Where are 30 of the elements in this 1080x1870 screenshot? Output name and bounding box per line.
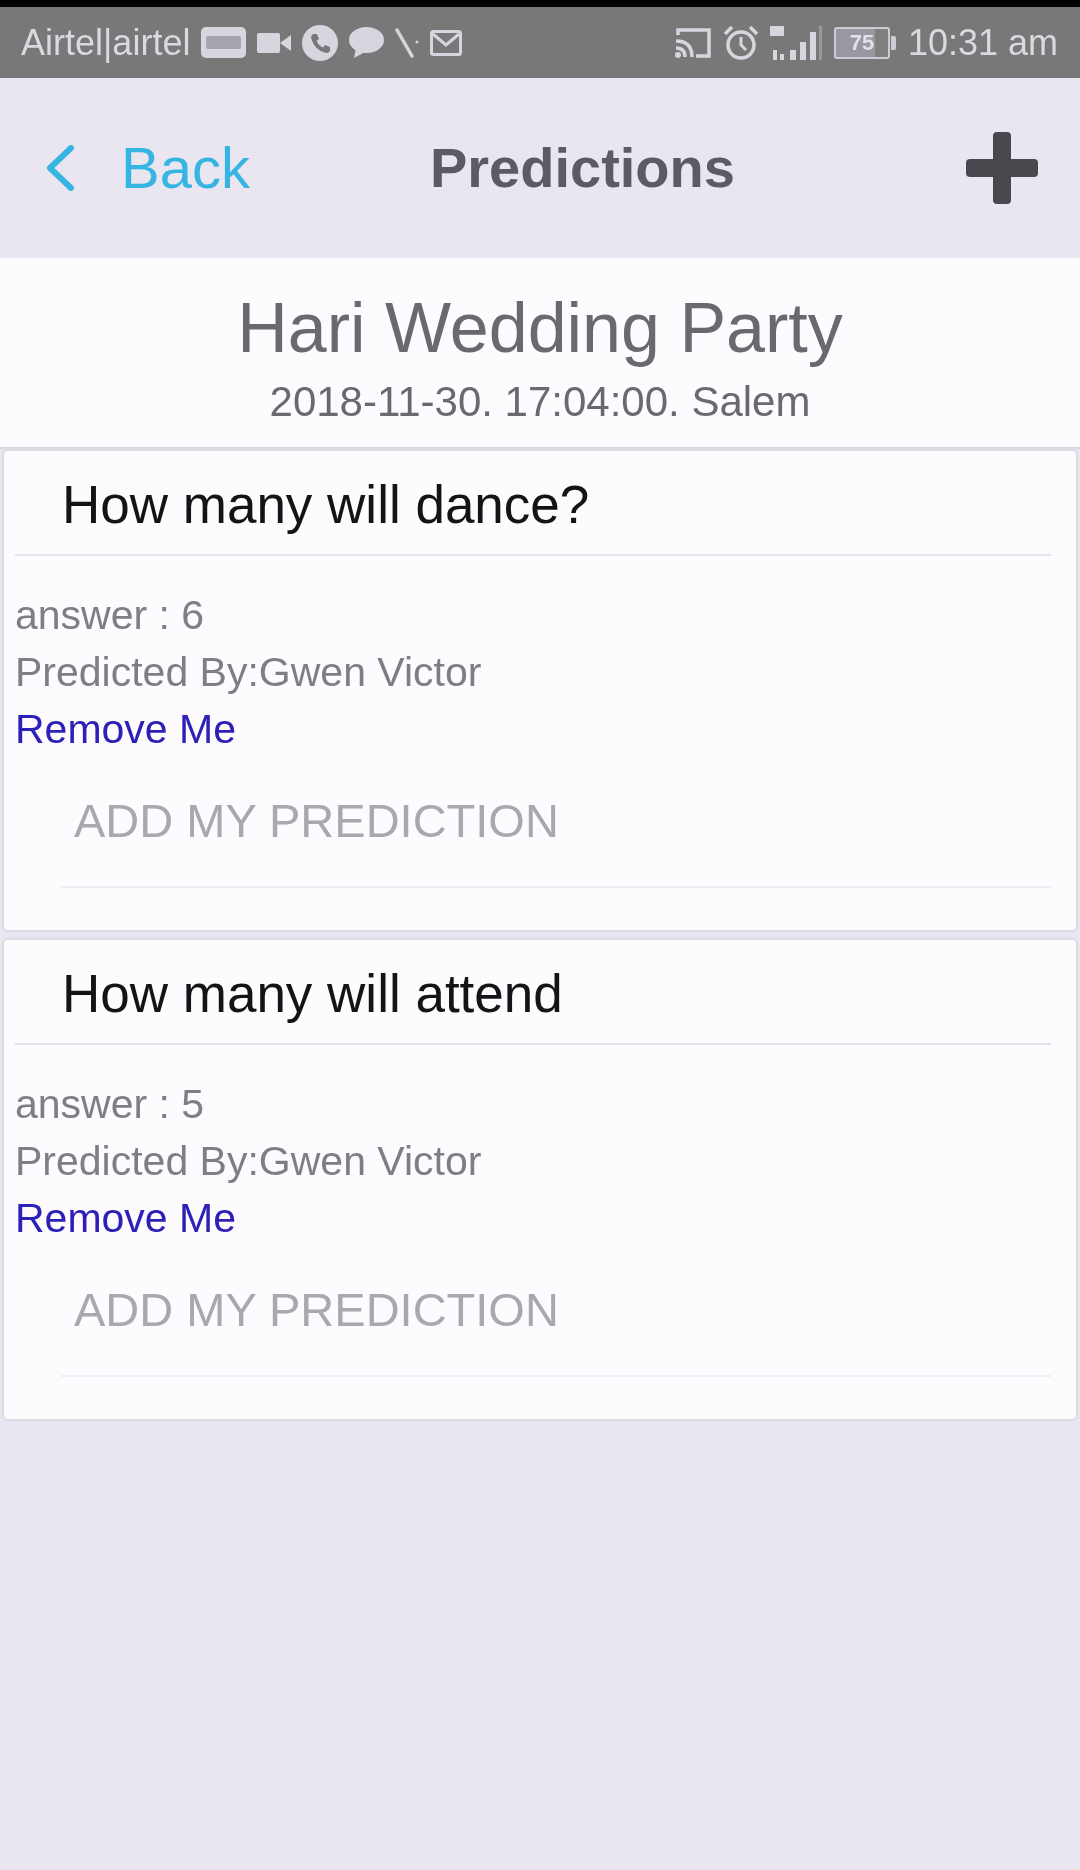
answer-text: answer : 6 — [15, 591, 205, 640]
remove-me-link[interactable]: Remove Me — [15, 701, 236, 758]
mail-icon — [430, 29, 463, 56]
add-prediction-button[interactable]: ADD MY PREDICTION — [61, 758, 1051, 888]
label-badge-icon — [201, 27, 247, 58]
video-camera-icon — [257, 32, 292, 53]
clock-time: 10:31 am — [907, 22, 1058, 63]
back-button[interactable]: Back — [45, 135, 250, 201]
question-title: How many will attend — [61, 963, 563, 1025]
battery-tip-icon — [890, 35, 896, 50]
add-prediction-button[interactable]: ADD MY PREDICTION — [61, 1247, 1051, 1377]
predicted-by-text: Predicted By:Gwen Victor — [15, 648, 482, 697]
plus-icon — [966, 132, 1038, 204]
answer-text: answer : 5 — [15, 1080, 205, 1129]
slash-icon — [395, 27, 420, 58]
remove-me-link[interactable]: Remove Me — [15, 1190, 236, 1247]
add-button[interactable] — [966, 132, 1038, 204]
alarm-clock-icon — [723, 25, 758, 60]
predicted-by-text: Predicted By:Gwen Victor — [15, 1137, 482, 1186]
event-details: 2018-11-30. 17:04:00. Salem — [269, 377, 811, 427]
carrier-name: Airtel|airtel — [21, 22, 191, 63]
phone-icon — [302, 24, 339, 61]
chevron-left-icon — [45, 145, 75, 191]
signal-icon — [769, 25, 822, 60]
page-title: Predictions — [429, 136, 735, 200]
battery-level: 75 — [833, 26, 890, 59]
question-title: How many will dance? — [61, 474, 590, 536]
chat-bubble-icon — [349, 27, 385, 58]
event-title: Hari Wedding Party — [237, 288, 843, 369]
cast-icon — [673, 26, 712, 59]
